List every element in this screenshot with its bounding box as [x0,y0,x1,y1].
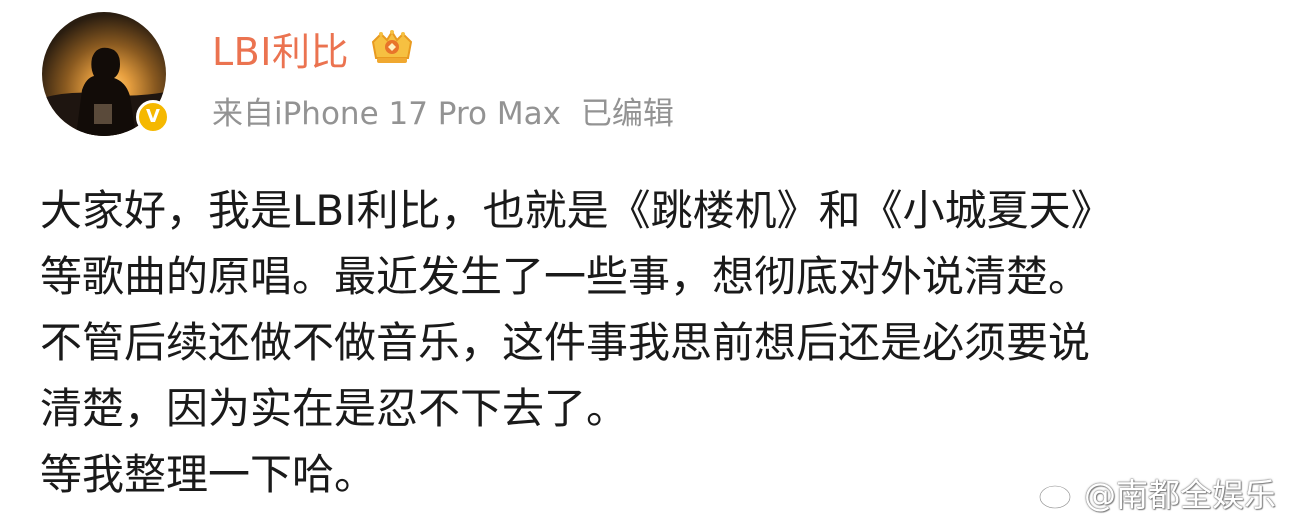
author-avatar-container[interactable]: V [42,12,170,136]
post-text-line: 大家好，我是LBI利比，也就是《跳楼机》和《小城夏天》 [40,186,1113,235]
author-name[interactable]: LBI利比 [212,21,349,76]
edited-label[interactable]: 已编辑 [581,88,674,133]
verified-badge-mark: V [146,106,160,127]
author-header: LBI利比 [212,22,417,74]
post-source: 来自iPhone 17 Pro Max [212,95,561,132]
post-text-line: 等歌曲的原唱。最近发生了一些事，想彻底对外说清楚。 [40,252,1091,301]
watermark-text: @南都全娱乐 [1083,476,1276,514]
post-meta: 来自iPhone 17 Pro Max 已编辑 [212,88,674,132]
weibo-logo-icon [1038,479,1076,510]
post-text-line: 不管后续还做不做音乐，这件事我思前想后还是必须要说 [40,318,1091,367]
post-text-line: 清楚，因为实在是忍不下去了。 [40,384,629,433]
post-body: 大家好，我是LBI利比，也就是《跳楼机》和《小城夏天》 等歌曲的原唱。最近发生了… [40,178,1260,508]
watermark: @南都全娱乐 [1038,470,1276,516]
crown-badge-icon[interactable] [367,28,417,68]
verified-badge-icon: V [136,100,170,134]
